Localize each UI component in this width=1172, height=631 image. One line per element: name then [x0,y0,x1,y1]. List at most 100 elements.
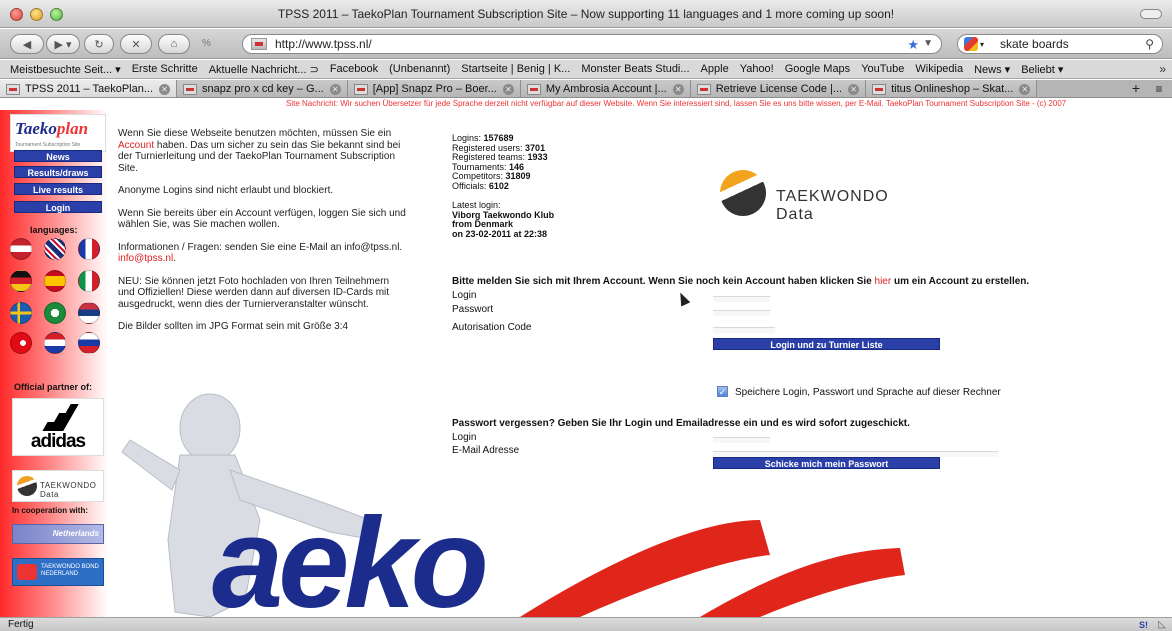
remember-login-checkbox[interactable]: ✓ [717,386,728,397]
flag-italy-icon[interactable] [78,270,100,292]
flag-serbia-icon[interactable] [78,302,100,324]
stat-label: Logins: [452,133,484,143]
tab-close-icon[interactable]: ✕ [329,83,341,95]
taekwondo-data-logo[interactable]: TAEKWONDO Data [720,170,910,223]
login-instructions: Bitte melden Sie sich mit Ihrem Account.… [452,276,1030,287]
new-tab-button[interactable]: + [1126,80,1146,97]
tab-favicon-icon [696,83,711,95]
taekwondo-data-partner-text: TAEKWONDO Data [40,481,97,499]
stat-value: 3701 [525,142,546,153]
login-submit-button[interactable]: Login und zu Turnier Liste [713,338,940,350]
browser-tab[interactable]: My Ambrosia Account |... ✕ [520,80,691,97]
bookmark-item[interactable]: Facebook [330,63,378,75]
tab-close-icon[interactable]: ✕ [848,83,860,95]
bookmark-item[interactable]: Aktuelle Nachricht... ⊃ [209,63,319,76]
taekwondo-data-partner-logo[interactable]: TAEKWONDO Data [12,470,104,502]
search-icon[interactable]: ⚲ [1145,37,1154,51]
browser-tab[interactable]: [App] Snapz Pro – Boer... ✕ [347,80,521,97]
red-swoosh [520,520,770,617]
tab-close-icon[interactable]: ✕ [159,83,171,95]
flag-germany-icon[interactable] [10,270,32,292]
intro-paragraph-contact: Informationen / Fragen: senden Sie eine … [118,241,403,265]
tab-favicon-icon [6,83,20,95]
bookmark-item[interactable]: YouTube [861,63,904,75]
tab-close-icon[interactable]: ✕ [502,83,514,95]
tab-close-icon[interactable]: ✕ [672,83,684,95]
taekoplan-art-word: aeko [212,492,489,631]
bookmark-item[interactable]: Beliebt ▾ [1021,63,1063,76]
flag-france-icon[interactable] [78,238,100,260]
flag-spain-icon[interactable] [44,270,66,292]
bookmark-item[interactable]: News ▾ [974,63,1010,76]
password-field[interactable] [713,310,770,316]
tab-close-icon[interactable]: ✕ [1019,83,1031,95]
tab-favicon-icon [353,83,368,95]
browser-tab[interactable]: Retrieve License Code |... ✕ [690,80,867,97]
intro-paragraph-format: Die Bilder sollten im JPG Format sein mi… [118,321,349,332]
sidebar-item-login[interactable]: Login [14,201,102,213]
status-extension-icon[interactable]: S! [1139,619,1148,631]
bookmark-item[interactable]: Erste Schritte [132,63,198,75]
email-link[interactable]: info@tpss.nl [118,253,173,264]
browser-tab[interactable]: snapz pro x cd key – G... ✕ [177,80,348,97]
flag-sweden-icon[interactable] [10,302,32,324]
flag-russia-icon[interactable] [78,332,100,354]
official-partner-label: Official partner of: [14,382,93,392]
languages-label: languages: [30,225,78,235]
bookmark-item[interactable]: Startseite | Benig | K... [461,63,570,75]
back-button[interactable]: ◀ [10,34,44,54]
forward-button[interactable]: ▶ ▾ [46,34,80,54]
send-password-button[interactable]: Schicke mich mein Passwort [713,457,940,469]
tab-label: titus Onlineshop – Skat... [891,83,1014,95]
taekoplan-logo[interactable]: Taekoplan Tournament Subscription Site [10,114,106,152]
window-titlebar: TPSS 2011 – TaekoPlan Tournament Subscri… [0,0,1172,28]
reload-button[interactable]: ↻ [84,34,114,54]
bookmark-item[interactable]: (Unbenannt) [389,63,450,75]
cooperation-logo-taekwondo-bond[interactable]: TAEKWONDO BOND NEDERLAND [12,558,104,586]
bookmark-item[interactable]: Apple [701,63,729,75]
mouse-cursor-icon [675,290,691,307]
account-link[interactable]: Account [118,140,154,151]
taekwondo-data-logo-text: TAEKWONDO Data [776,188,889,223]
sidebar-item-results-draws[interactable]: Results/draws [14,166,102,178]
sidebar-item-news[interactable]: News [14,150,102,162]
resize-handle-icon[interactable]: ◺ [1158,618,1166,631]
register-here-link[interactable]: hier [875,276,892,287]
address-bar[interactable]: http://www.tpss.nl/ ★ ▼ [242,34,942,54]
home-icon: ⌂ [170,38,178,50]
bookmark-item[interactable]: Google Maps [785,63,850,75]
search-value: skate boards [1000,37,1069,51]
taekwondo-data-logo-swirl-icon [720,170,766,216]
toolbar-toggle-button[interactable] [1140,9,1162,19]
search-engine-icon[interactable]: ▾ [964,37,994,51]
browser-tab[interactable]: TPSS 2011 – TaekoPlan... ✕ [0,80,178,97]
flag-croatia-icon[interactable] [44,332,66,354]
history-dropdown-icon[interactable]: ▼ [923,38,933,49]
home-button[interactable]: ⌂ [158,34,190,54]
stop-button[interactable]: ✕ [120,34,152,54]
flag-netherlands-icon[interactable] [10,238,32,260]
cooperation-logo-netherlands[interactable]: Netherlands [12,524,104,544]
bookmark-item[interactable]: Monster Beats Studi... [581,63,689,75]
sidebar-item-live-results[interactable]: Live results [14,183,102,195]
login-label: Login [452,290,477,301]
forgot-login-field[interactable] [713,437,770,443]
adidas-logo[interactable]: adidas [12,398,104,456]
bookmark-item[interactable]: Wikipedia [915,63,963,75]
bookmark-item[interactable]: Meistbesuchte Seit... ▾ [10,63,121,76]
login-field[interactable] [713,296,770,302]
flag-uk-icon[interactable] [44,238,66,260]
flag-green-icon[interactable] [44,302,66,324]
flag-turkey-icon[interactable] [10,332,32,354]
search-input[interactable]: ▾ skate boards ⚲ [957,34,1163,54]
forward-arrow-icon: ▶ ▾ [54,38,72,51]
taekwondo-data-swirl-icon [17,476,37,496]
address-text: http://www.tpss.nl/ [275,37,372,51]
browser-tab[interactable]: titus Onlineshop – Skat... ✕ [866,80,1038,97]
bookmark-item[interactable]: Yahoo! [740,63,774,75]
tab-list-icon[interactable]: ≡ [1150,80,1168,97]
bookmark-star-icon[interactable]: ★ [907,37,919,53]
authorisation-code-field[interactable] [713,327,775,333]
tab-favicon-icon [526,83,541,95]
bookmarks-overflow-icon[interactable]: » [1159,62,1166,76]
